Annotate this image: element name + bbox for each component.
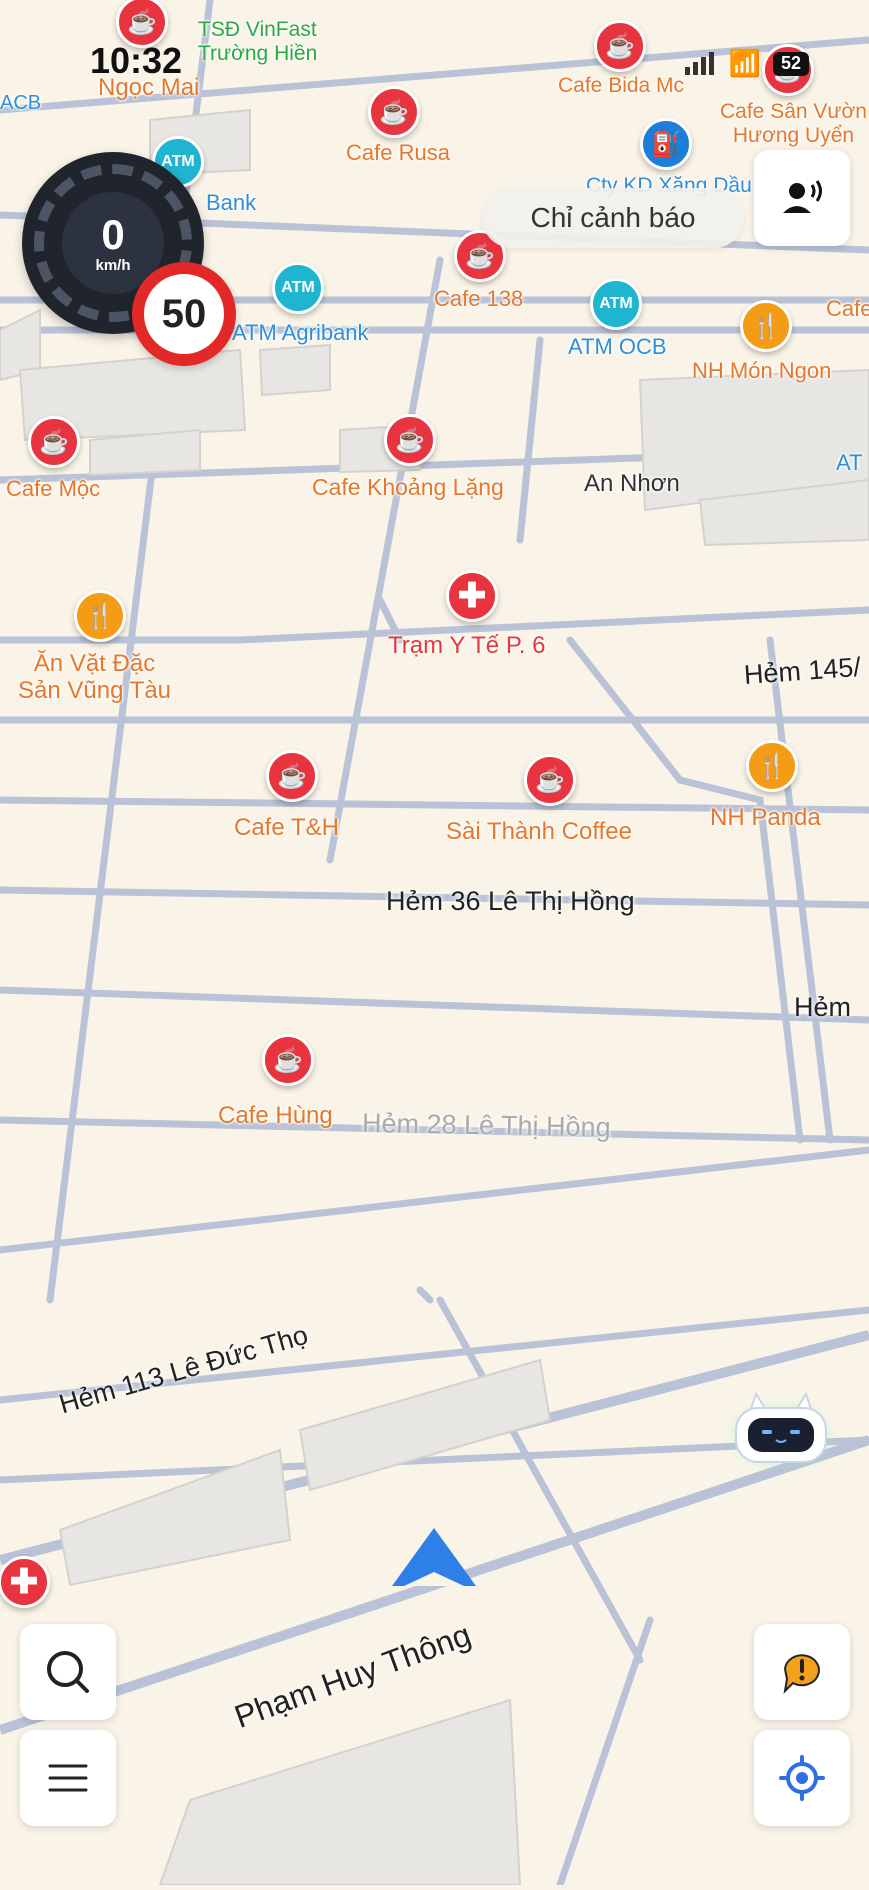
street-label: Hẻm — [794, 992, 852, 1022]
poi-label: Trạm Y Tế P. 6 — [388, 632, 546, 659]
poi-label: ACB — [0, 92, 42, 114]
poi-pin-atm-ocb[interactable]: ATM — [590, 278, 642, 330]
poi-label: ATM OCB — [568, 334, 667, 359]
poi-label: Cafe Khoảng Lặng — [312, 474, 504, 500]
robot-icon — [722, 1391, 840, 1476]
poi-pin-nh-panda[interactable]: 🍴 — [746, 740, 798, 792]
poi-label: Ăn Vặt Đặc Sản Vũng Tàu — [18, 650, 172, 704]
poi-label: Sài Thành Coffee — [446, 818, 632, 845]
poi-label: Cafe T&H — [234, 814, 339, 841]
poi-pin-atm-agribank[interactable]: ATM — [272, 262, 324, 314]
poi-label: AT — [836, 450, 863, 475]
poi-label: Cafe Rusa — [346, 140, 450, 165]
poi-pin-cafe-th[interactable]: ☕ — [266, 750, 318, 802]
search-icon — [47, 1651, 89, 1693]
signal-icon — [684, 52, 717, 75]
menu-icon — [48, 1764, 88, 1792]
poi-label: Cafe 138 — [434, 286, 524, 311]
poi-pin-cafe-hung[interactable]: ☕ — [262, 1034, 314, 1086]
poi-pin-sai-thanh-coffee[interactable]: ☕ — [524, 754, 576, 806]
search-button[interactable] — [20, 1624, 116, 1720]
street-label: Hẻm 36 Lê Thị Hồng — [386, 886, 635, 916]
street-label: Hẻm 28 Lê Thị Hồng — [361, 1108, 611, 1143]
poi-label: Cafe Bida Mc — [558, 74, 685, 97]
poi-pin-fuel[interactable]: ⛽ — [640, 118, 692, 170]
locate-me-button[interactable] — [754, 1730, 850, 1826]
battery-icon: 52 — [773, 51, 809, 76]
poi-pin-cafe-rusa[interactable]: ☕ — [368, 86, 420, 138]
speed-limit-sign: 50 — [132, 262, 236, 366]
poi-pin-medical-edge[interactable]: ✚ — [0, 1556, 50, 1608]
poi-pin-cafe-moc[interactable]: ☕ — [28, 416, 80, 468]
poi-label: Cafe — [826, 296, 869, 321]
report-button[interactable] — [754, 1624, 850, 1720]
poi-pin-cafe-bida-mc[interactable]: ☕ — [594, 20, 646, 72]
report-icon — [783, 1654, 820, 1694]
current-speed: 0 — [101, 210, 125, 258]
assistant-bot-button[interactable] — [722, 1390, 840, 1476]
menu-button[interactable] — [20, 1730, 116, 1826]
poi-pin-nh-mon-ngon[interactable]: 🍴 — [740, 300, 792, 352]
poi-label: NH Món Ngon — [692, 358, 832, 383]
poi-pin-cafe-khoang-lang[interactable]: ☕ — [384, 414, 436, 466]
poi-label: Cafe Mộc — [6, 476, 101, 501]
speed-unit: km/h — [95, 256, 131, 274]
poi-label: TSĐ VinFast Trường Hiền — [198, 18, 318, 65]
status-icons: 📶 52 — [684, 48, 809, 79]
status-time: 10:32 — [90, 40, 183, 81]
voice-icon — [783, 180, 822, 213]
locate-icon — [779, 1755, 825, 1801]
poi-pin-tram-y-te[interactable]: ✚ — [446, 570, 498, 622]
area-label: An Nhơn — [584, 470, 680, 497]
alert-mode-chip[interactable]: Chỉ cảnh báo — [482, 188, 744, 248]
poi-label: NH Panda — [710, 804, 821, 831]
poi-label: ATM Agribank — [232, 320, 369, 345]
poi-pin-an-vat[interactable]: 🍴 — [74, 590, 126, 642]
poi-label: Cafe Sân Vườn Hương Uyển — [720, 100, 867, 147]
voice-guide-button[interactable] — [754, 150, 850, 246]
current-location-arrow — [392, 1528, 476, 1586]
poi-label: Cafe Hùng — [218, 1102, 333, 1129]
poi-label: Bank — [206, 190, 257, 215]
wifi-icon: 📶 — [728, 48, 761, 78]
